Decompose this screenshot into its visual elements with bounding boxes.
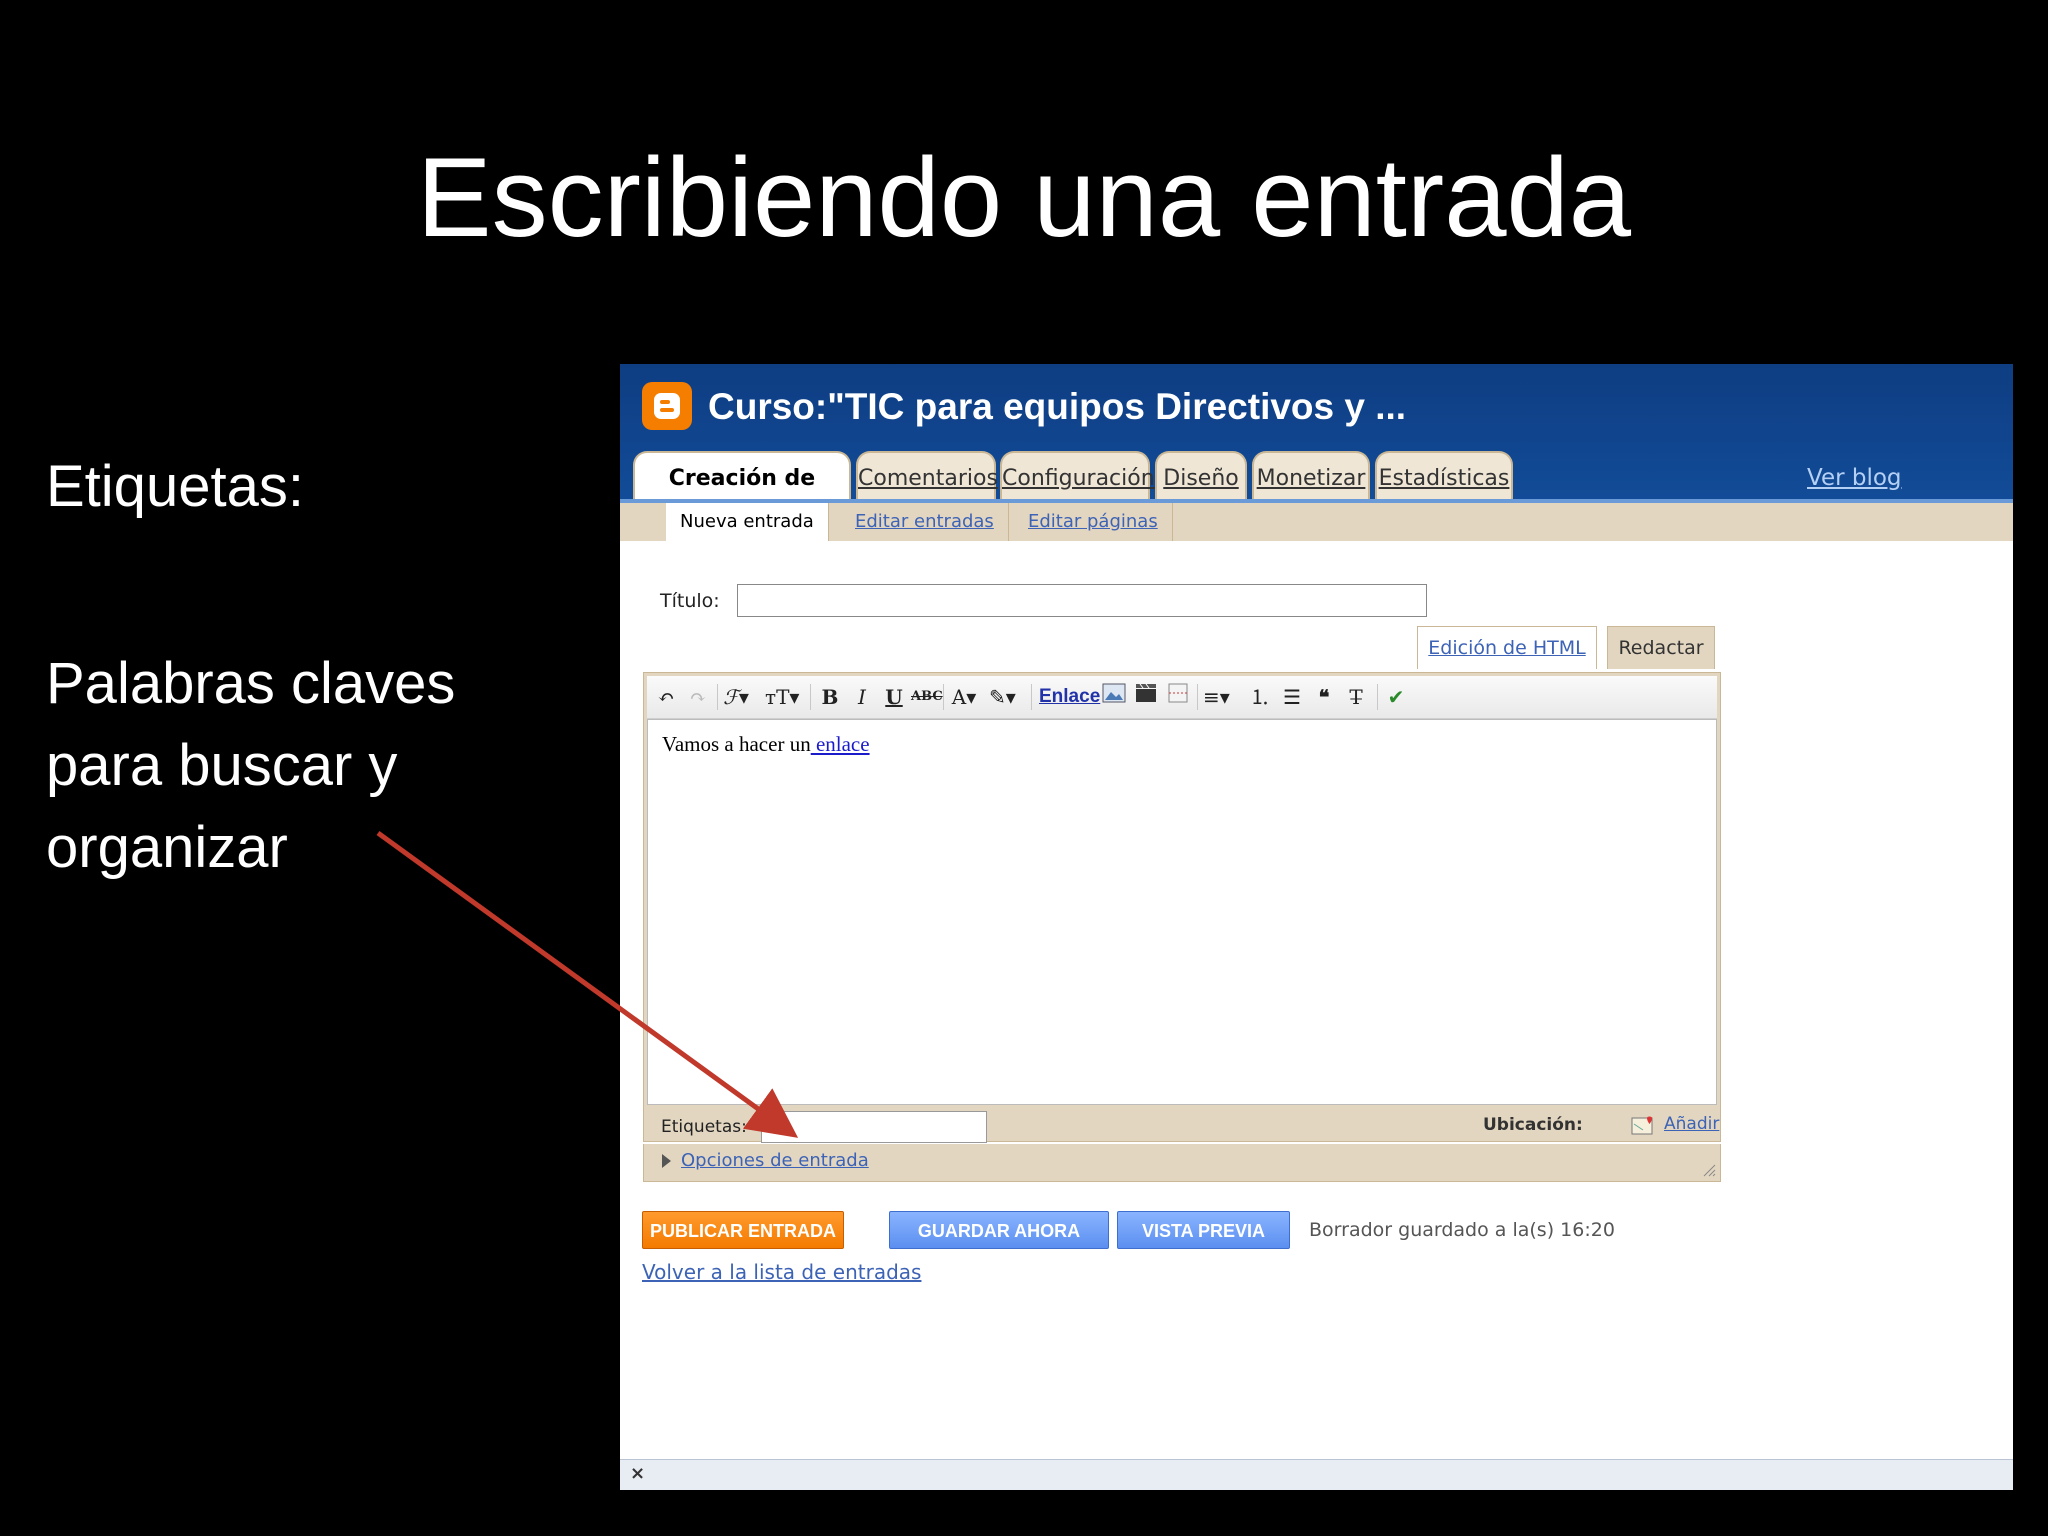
annotation-arrow bbox=[376, 830, 799, 1138]
